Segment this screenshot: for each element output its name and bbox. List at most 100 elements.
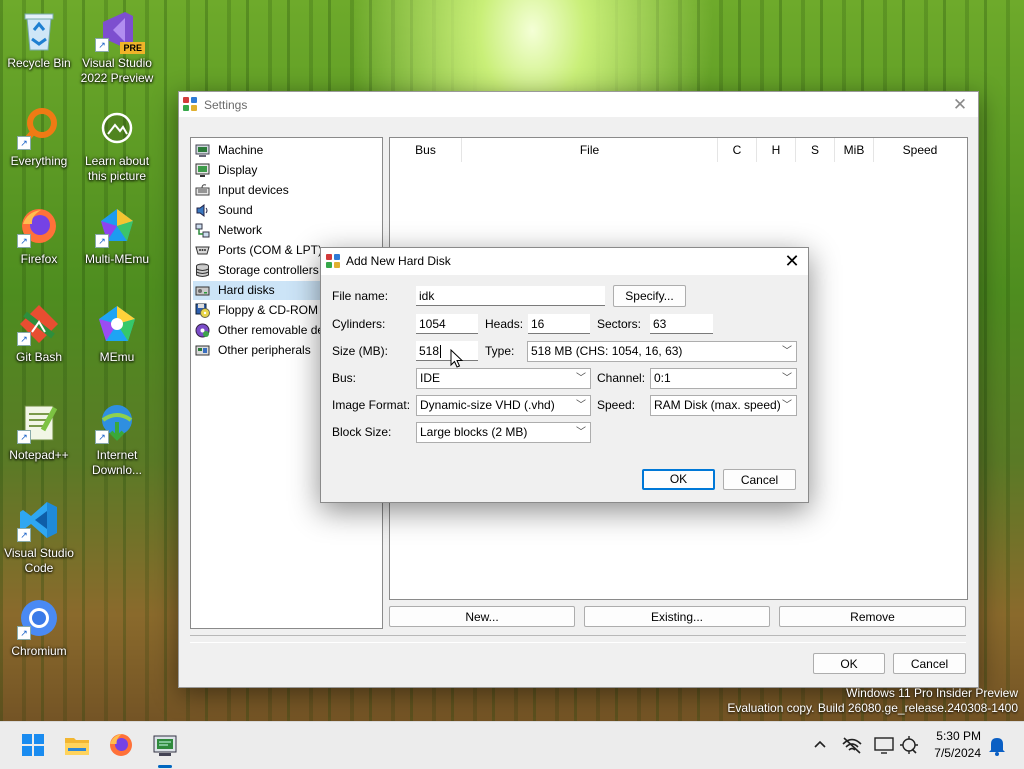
security-status-button[interactable]	[898, 730, 922, 760]
tree-item-display[interactable]: Display	[193, 161, 379, 180]
input-devices-icon	[195, 183, 210, 198]
desktop-icon-label: Firefox	[20, 252, 58, 266]
file-name-label: File name:	[332, 289, 389, 303]
display-status-button[interactable]	[872, 730, 896, 760]
sectors-field[interactable]: 63	[650, 314, 713, 334]
existing-disk-button[interactable]: Existing...	[584, 606, 770, 627]
dialog-ok-button[interactable]: OK	[642, 469, 715, 490]
machine-icon	[195, 143, 210, 158]
firefox-icon	[110, 734, 132, 756]
type-value: 518 MB (CHS: 1054, 16, 63)	[531, 344, 683, 358]
desktop-icon-recycle-bin[interactable]: Recycle Bin	[0, 8, 80, 71]
tree-item-machine[interactable]: Machine	[193, 141, 379, 160]
chevron-up-icon	[814, 740, 826, 748]
desktop-icon-label: Visual Studio 2022 Preview	[80, 56, 154, 85]
bell-icon	[989, 738, 1005, 756]
clock-time[interactable]: 5:30 PM	[928, 729, 981, 743]
app-icon	[183, 97, 198, 112]
desktop-icon-label: Notepad++	[9, 448, 69, 462]
network-status-button[interactable]	[840, 730, 864, 760]
chevron-down-icon: ﹀	[576, 400, 586, 411]
column-header-speed[interactable]: Speed	[874, 138, 966, 162]
size-value: 518	[419, 344, 440, 358]
type-dropdown[interactable]: 518 MB (CHS: 1054, 16, 63) ﹀	[527, 341, 797, 362]
emulator-taskbar-button[interactable]	[150, 730, 180, 768]
file-explorer-button[interactable]	[62, 730, 92, 760]
git-bash-icon: ↗	[17, 302, 61, 346]
column-header-mib[interactable]: MiB	[835, 138, 874, 162]
tree-item-sound[interactable]: Sound	[193, 201, 379, 220]
desktop-icon-label: MEmu	[99, 350, 135, 364]
desktop-icon-chromium[interactable]: ↗ Chromium	[0, 596, 80, 659]
dialog-cancel-button[interactable]: Cancel	[723, 469, 796, 490]
settings-title-bar[interactable]: Settings ✕	[179, 92, 978, 117]
settings-title: Settings	[204, 98, 248, 112]
desktop-icon-label: Recycle Bin	[7, 56, 71, 70]
column-header-sectors[interactable]: S	[796, 138, 835, 162]
shortcut-arrow-icon: ↗	[95, 430, 109, 444]
desktop-icon-git-bash[interactable]: ↗ Git Bash	[0, 302, 80, 365]
text-caret	[440, 345, 442, 359]
sound-icon	[195, 203, 210, 218]
heads-label: Heads:	[485, 317, 524, 331]
dialog-title-bar[interactable]: Add New Hard Disk ✕	[321, 248, 808, 275]
bus-dropdown[interactable]: IDE ﹀	[416, 368, 591, 389]
desktop-icon-notepad-plus-plus[interactable]: ↗ Notepad++	[0, 400, 80, 463]
desktop-icon-label: Chromium	[11, 644, 67, 658]
desktop-icon-internet-download-manager[interactable]: ↗ Internet Downlo...	[76, 400, 158, 478]
preview-badge: PRE	[120, 42, 145, 54]
settings-sync-icon	[900, 736, 918, 754]
column-header-bus[interactable]: Bus	[390, 138, 462, 162]
cylinders-field[interactable]: 1054	[416, 314, 478, 334]
shortcut-arrow-icon: ↗	[95, 234, 109, 248]
channel-value: 0:1	[654, 371, 671, 385]
column-header-heads[interactable]: H	[757, 138, 796, 162]
desktop-icon-multi-memu[interactable]: ↗ Multi-MEmu	[76, 204, 158, 267]
start-button[interactable]	[18, 730, 48, 760]
settings-cancel-button[interactable]: Cancel	[893, 653, 966, 674]
clock-date[interactable]: 7/5/2024	[928, 746, 981, 760]
shortcut-arrow-icon: ↗	[17, 430, 31, 444]
emulator-icon	[153, 735, 177, 756]
desktop-icon-memu[interactable]: MEmu	[76, 302, 158, 365]
firefox-taskbar-button[interactable]	[106, 730, 136, 760]
channel-dropdown[interactable]: 0:1 ﹀	[650, 368, 797, 389]
speed-dropdown[interactable]: RAM Disk (max. speed) ﹀	[650, 395, 797, 416]
show-hidden-icons-button[interactable]	[808, 730, 832, 760]
notepad-plus-plus-icon: ↗	[17, 400, 61, 444]
storage-icon	[195, 263, 210, 278]
tree-item-input-devices[interactable]: Input devices	[193, 181, 379, 200]
column-header-file[interactable]: File	[462, 138, 718, 162]
settings-ok-button[interactable]: OK	[813, 653, 885, 674]
tree-item-network[interactable]: Network	[193, 221, 379, 240]
image-format-dropdown[interactable]: Dynamic-size VHD (.vhd) ﹀	[416, 395, 591, 416]
notifications-button[interactable]	[986, 730, 1008, 760]
memu-icon	[95, 302, 139, 346]
block-size-label: Block Size:	[332, 425, 392, 439]
app-icon	[326, 254, 341, 269]
desktop-icon-firefox[interactable]: ↗ Firefox	[0, 204, 80, 267]
chevron-down-icon: ﹀	[782, 400, 792, 411]
remove-disk-button[interactable]: Remove	[779, 606, 966, 627]
desktop-icon-label: Learn about this picture	[84, 154, 150, 183]
desktop-icon-learn-about-picture[interactable]: Learn about this picture	[76, 106, 158, 184]
chevron-down-icon: ﹀	[576, 373, 586, 384]
dialog-close-button[interactable]: ✕	[782, 251, 802, 272]
desktop-icon-everything[interactable]: ↗ Everything	[0, 106, 80, 169]
windows-logo-icon	[22, 734, 44, 756]
hard-disk-icon	[195, 283, 210, 298]
settings-close-button[interactable]: ✕	[950, 95, 970, 115]
folder-icon	[65, 738, 89, 755]
desktop-icon-visual-studio-2022[interactable]: PRE ↗ Visual Studio 2022 Preview	[76, 8, 158, 86]
heads-field[interactable]: 16	[528, 314, 590, 334]
desktop-icon-vscode[interactable]: ↗ Visual Studio Code	[0, 498, 80, 576]
specify-button[interactable]: Specify...	[613, 285, 686, 307]
chevron-down-icon: ﹀	[576, 427, 586, 438]
size-field[interactable]: 518	[416, 341, 478, 361]
block-size-dropdown[interactable]: Large blocks (2 MB) ﹀	[416, 422, 591, 443]
column-header-cylinders[interactable]: C	[718, 138, 757, 162]
bus-label: Bus:	[332, 371, 357, 385]
new-disk-button[interactable]: New...	[389, 606, 575, 627]
display-icon	[195, 163, 210, 178]
file-name-field[interactable]: idk	[416, 286, 605, 306]
